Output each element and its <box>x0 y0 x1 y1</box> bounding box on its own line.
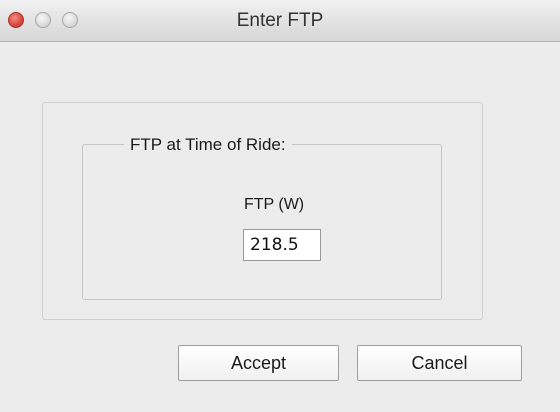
window-title: Enter FTP <box>236 10 324 31</box>
ftp-field-label: FTP (W) <box>244 196 305 213</box>
cancel-button[interactable]: Cancel <box>357 345 522 381</box>
ftp-input[interactable] <box>243 229 321 261</box>
group-box-label: FTP at Time of Ride: <box>124 134 292 156</box>
ftp-group-box <box>82 144 442 300</box>
accept-button[interactable]: Accept <box>178 345 339 381</box>
title-bar[interactable]: Enter FTP <box>0 0 560 42</box>
dialog-window: Enter FTP FTP at Time of Ride: FTP (W) A… <box>0 0 560 412</box>
